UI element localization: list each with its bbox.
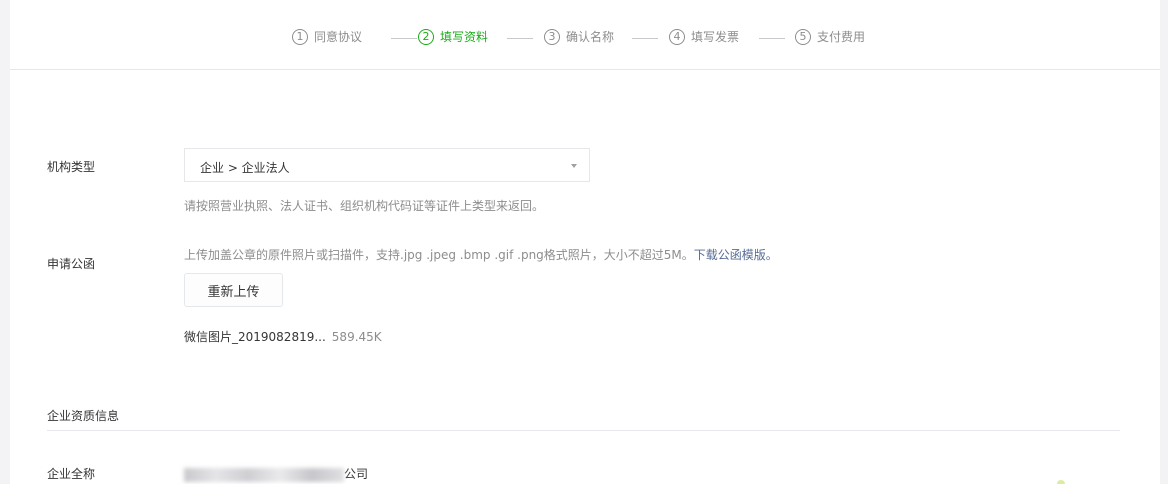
- org-type-label: 机构类型: [47, 160, 96, 174]
- section-divider: [47, 430, 1120, 431]
- step-fill-info: 2 填写资料: [418, 28, 488, 45]
- progress-stepper: 1 同意协议 2 填写资料 3 确认名称 4 填写发票 5 支付费用: [10, 0, 1160, 70]
- chevron-down-icon: [571, 164, 577, 168]
- redacted-mask: [184, 467, 344, 482]
- step-invoice: 4 填写发票: [669, 28, 739, 45]
- step-payment: 5 支付费用: [795, 28, 865, 45]
- step-agree: 1 同意协议: [292, 28, 362, 45]
- uploaded-file: 微信图片_2019082819... 589.45K: [184, 328, 382, 345]
- step-separator: [391, 38, 417, 39]
- qualification-section-title: 企业资质信息: [47, 409, 120, 423]
- step-label: 确认名称: [566, 30, 615, 44]
- step-number-2: 2: [418, 28, 434, 45]
- full-name-label: 企业全称: [47, 467, 96, 481]
- download-template-link[interactable]: 下载公函模版。: [694, 248, 778, 262]
- step-label: 填写资料: [440, 30, 489, 44]
- org-type-select[interactable]: 企业 > 企业法人: [184, 148, 590, 182]
- step-number-4: 4: [669, 28, 685, 45]
- step-number-3: 3: [544, 28, 560, 45]
- status-dot-icon: [1057, 480, 1065, 484]
- step-separator: [759, 38, 785, 39]
- step-label: 支付费用: [817, 30, 866, 44]
- full-name-value: 公司: [184, 465, 368, 482]
- step-number-1: 1: [292, 28, 308, 45]
- step-label: 同意协议: [314, 30, 363, 44]
- file-name: 微信图片_2019082819...: [184, 330, 326, 344]
- org-type-tip: 请按照营业执照、法人证书、组织机构代码证等证件上类型来返回。: [184, 199, 545, 213]
- letter-label: 申请公函: [47, 257, 96, 271]
- step-number-5: 5: [795, 28, 811, 45]
- org-type-value: 企业 > 企业法人: [200, 161, 290, 175]
- step-separator: [507, 38, 533, 39]
- full-name-suffix: 公司: [344, 467, 369, 481]
- letter-tip: 上传加盖公章的原件照片或扫描件，支持.jpg .jpeg .bmp .gif .…: [184, 246, 778, 263]
- step-separator: [632, 38, 658, 39]
- step-label: 填写发票: [691, 30, 740, 44]
- reupload-button[interactable]: 重新上传: [184, 273, 283, 307]
- file-size: 589.45K: [331, 330, 382, 344]
- step-confirm-name: 3 确认名称: [544, 28, 614, 45]
- letter-tip-text: 上传加盖公章的原件照片或扫描件，支持.jpg .jpeg .bmp .gif .…: [184, 248, 694, 262]
- page-container: 1 同意协议 2 填写资料 3 确认名称 4 填写发票 5 支付费用 机构类型 …: [10, 0, 1160, 484]
